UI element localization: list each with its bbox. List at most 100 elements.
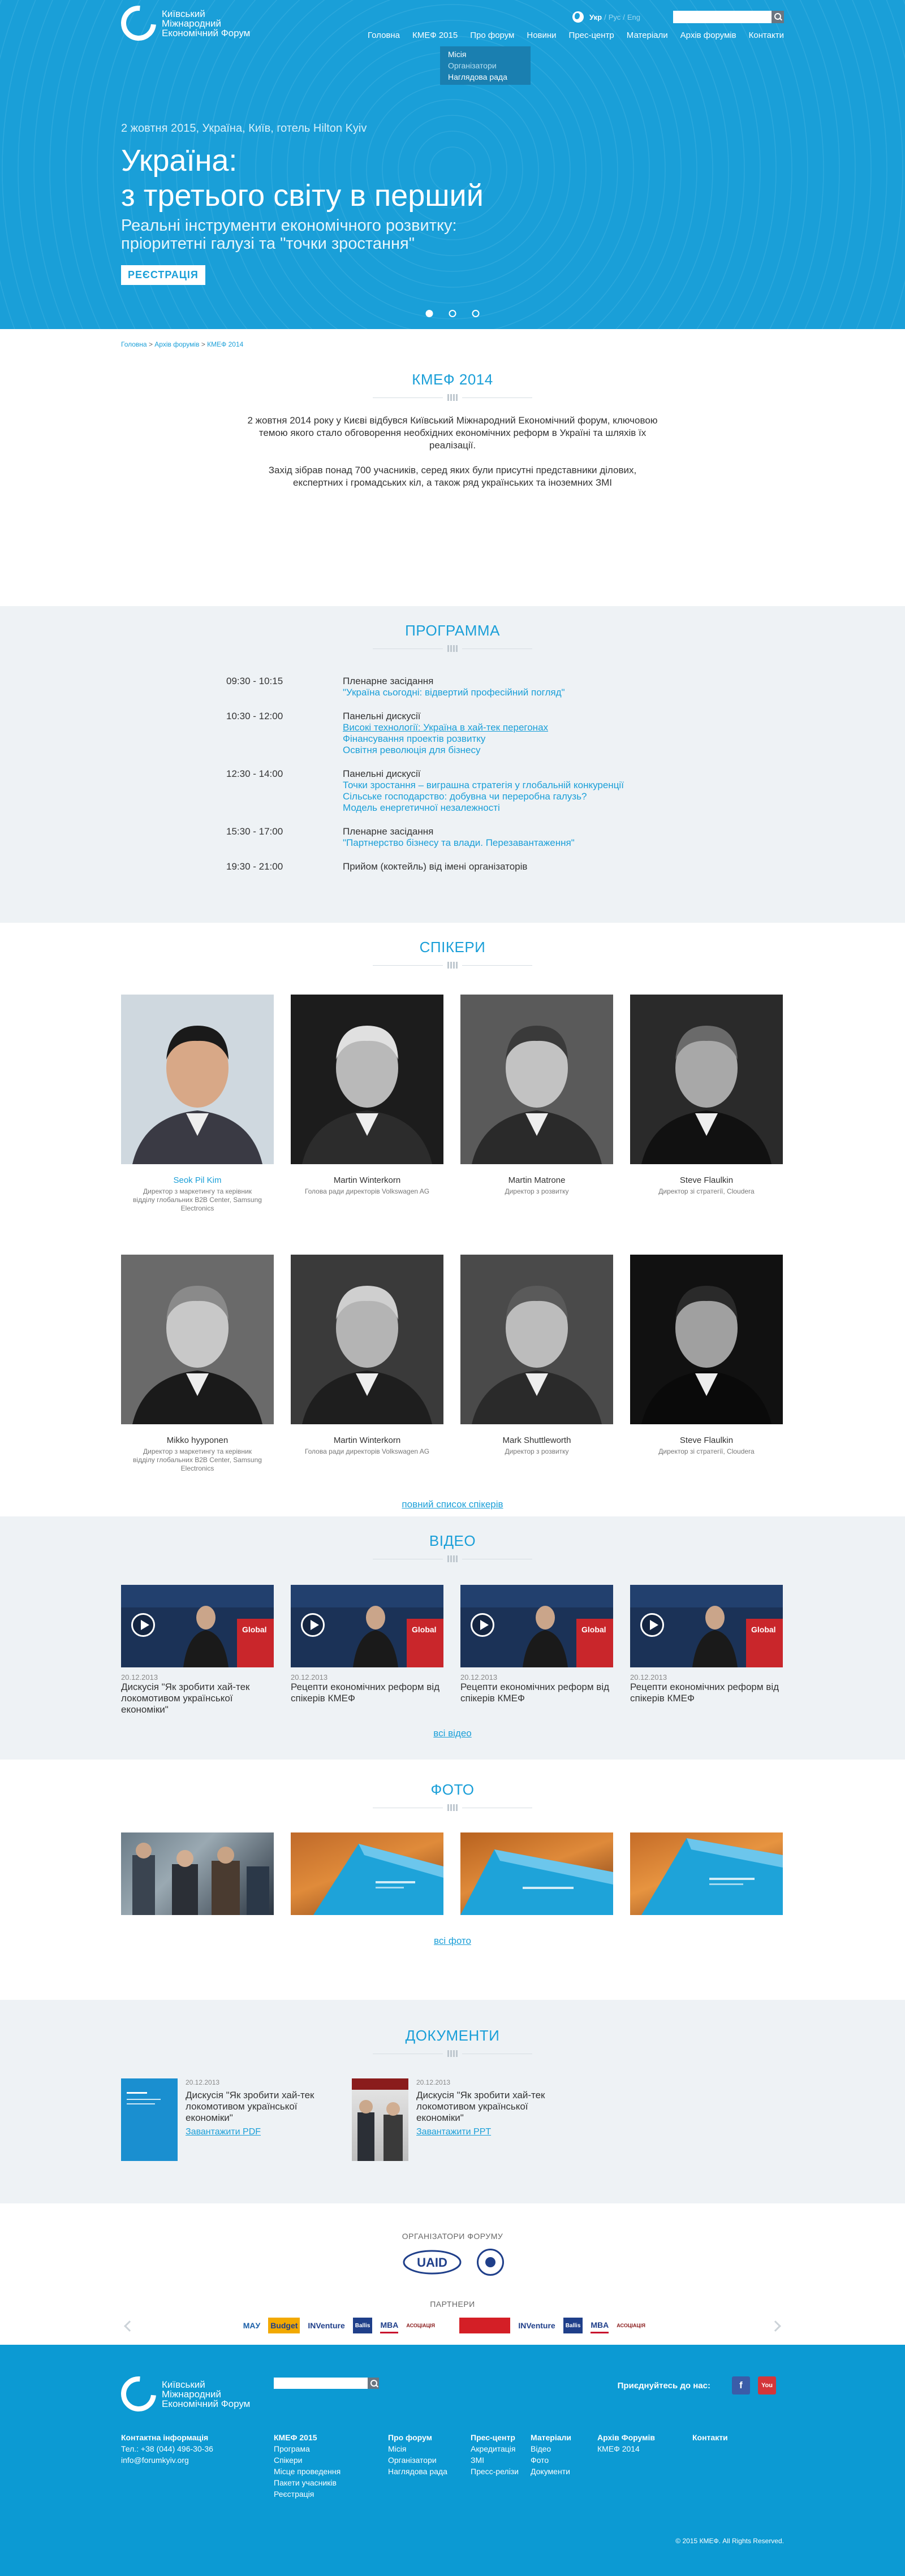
video-thumbnail[interactable]: Global: [291, 1585, 443, 1667]
organizer-seal-logo[interactable]: [477, 2249, 504, 2276]
footer-link[interactable]: Наглядова рада: [388, 2466, 471, 2477]
dropdown-item-3[interactable]: Наглядова рада: [440, 71, 531, 83]
photo-thumb[interactable]: [460, 1832, 613, 1915]
partner-logo[interactable]: [459, 2318, 511, 2333]
dropdown-item-1[interactable]: Місія: [440, 49, 531, 60]
slider-dot-2[interactable]: [449, 310, 456, 317]
nav-item-3[interactable]: Про форум: [464, 31, 520, 40]
footer-link[interactable]: Пресс-релізи: [471, 2466, 531, 2477]
program-session-link[interactable]: Фінансування проектів розвитку: [343, 733, 548, 745]
play-icon[interactable]: [471, 1613, 494, 1637]
search-icon[interactable]: [368, 2378, 379, 2389]
partner-logo[interactable]: Ballis: [352, 2318, 373, 2333]
footer-link[interactable]: Відео: [531, 2443, 597, 2454]
nav-item-1[interactable]: Головна: [361, 31, 406, 40]
video-title[interactable]: Рецепти економічних реформ від спікерів …: [630, 1682, 779, 1704]
speaker-photo[interactable]: [291, 1255, 443, 1424]
play-icon[interactable]: [640, 1613, 664, 1637]
program-session-link[interactable]: Сільське господарство: добувна чи переро…: [343, 791, 624, 802]
partner-logo[interactable]: АСОЦІАЦІЯ: [406, 2318, 451, 2333]
footer-link[interactable]: Пакети учасників: [274, 2477, 388, 2488]
footer-link[interactable]: Акредитація ЗМІ: [471, 2443, 531, 2466]
footer-search-input[interactable]: [274, 2378, 367, 2389]
search-input[interactable]: [673, 11, 769, 23]
nav-item-2[interactable]: КМЕФ 2015: [406, 31, 464, 40]
document-cover[interactable]: [121, 2078, 178, 2161]
facebook-icon[interactable]: f: [732, 2376, 750, 2395]
footer-link[interactable]: Реєстрація: [274, 2488, 388, 2500]
logo[interactable]: Київський Міжнародний Економічний Форум: [114, 0, 258, 48]
footer-link[interactable]: Місце проведення: [274, 2466, 388, 2477]
speaker-card[interactable]: Steve Flaulkin Директор зі стратегії, Clo…: [630, 995, 783, 1255]
breadcrumb-archive[interactable]: Архів форумів: [154, 340, 199, 348]
video-title[interactable]: Рецепти економічних реформ від спікерів …: [291, 1682, 439, 1704]
uaid-logo[interactable]: UAID: [401, 2247, 463, 2277]
download-ppt-link[interactable]: Завантажити PPT: [416, 2127, 567, 2137]
program-session-link[interactable]: Модель енергетичної незалежності: [343, 802, 624, 814]
speaker-name[interactable]: Mark Shuttleworth: [460, 1436, 613, 1445]
speaker-photo[interactable]: [291, 995, 443, 1164]
speaker-card[interactable]: Martin Winterkorn Голова ради директорів …: [291, 995, 443, 1255]
lang-rus[interactable]: Рус: [609, 13, 621, 21]
speaker-photo[interactable]: [630, 995, 783, 1164]
footer-link[interactable]: Програма: [274, 2443, 388, 2454]
partner-logo[interactable]: INVenture: [308, 2318, 344, 2333]
nav-item-6[interactable]: Матеріали: [620, 31, 674, 40]
nav-item-7[interactable]: Архів форумів: [674, 31, 743, 40]
video-thumbnail[interactable]: Global: [460, 1585, 613, 1667]
program-session-link[interactable]: Високі технології: Україна в хай-тек пер…: [343, 722, 548, 733]
play-icon[interactable]: [131, 1613, 155, 1637]
all-videos-link[interactable]: всі відео: [121, 1728, 784, 1739]
partners-next-arrow-icon[interactable]: [770, 2320, 781, 2332]
video-title[interactable]: Рецепти економічних реформ від спікерів …: [460, 1682, 609, 1704]
footer-link[interactable]: Місія: [388, 2443, 471, 2454]
footer-link[interactable]: Документи: [531, 2466, 597, 2477]
footer-column-title[interactable]: Прес-центр: [471, 2432, 531, 2443]
speaker-card[interactable]: Mark Shuttleworth Директор з розвитку: [460, 1255, 613, 1515]
dropdown-item-2[interactable]: Організатори: [440, 60, 531, 71]
speaker-card[interactable]: Steve Flaulkin Директор зі стратегії, Clo…: [630, 1255, 783, 1515]
speaker-photo[interactable]: [460, 995, 613, 1164]
all-photos-link[interactable]: всі фото: [121, 1935, 784, 1947]
document-cover[interactable]: [352, 2078, 408, 2161]
footer-logo[interactable]: Київський Міжнародний Економічний Форум: [114, 2369, 258, 2419]
program-session-link[interactable]: Точки зростання – виграшна стратегія у г…: [343, 780, 624, 791]
footer-column-title[interactable]: Архів Форумів: [597, 2432, 692, 2443]
program-session-link[interactable]: "Партнерство бізнесу та влади. Перезаван…: [343, 837, 575, 849]
speaker-name[interactable]: Steve Flaulkin: [630, 1436, 783, 1445]
speaker-photo[interactable]: [121, 1255, 274, 1424]
nav-item-8[interactable]: Контакти: [743, 31, 784, 40]
partner-logo[interactable]: MBA: [591, 2318, 609, 2333]
speaker-card[interactable]: Seok Pil Kim Директор з маркетингу та кер…: [121, 995, 274, 1255]
program-session-link[interactable]: "Україна сьогодні: відвертий професійний…: [343, 687, 565, 698]
speaker-card[interactable]: Martin Winterkorn Голова ради директорів …: [291, 1255, 443, 1515]
speaker-name[interactable]: Seok Pil Kim: [121, 1175, 274, 1185]
slider-dot-1[interactable]: [425, 310, 433, 317]
speaker-name[interactable]: Mikko hyyponen: [121, 1436, 274, 1445]
footer-link[interactable]: Фото: [531, 2454, 597, 2466]
partner-logo[interactable]: АСОЦІАЦІЯ: [617, 2318, 662, 2333]
speaker-name[interactable]: Martin Winterkorn: [291, 1436, 443, 1445]
partner-logo[interactable]: MBA: [380, 2318, 399, 2333]
footer-link[interactable]: Організатори: [388, 2454, 471, 2466]
photo-thumb[interactable]: [121, 1832, 274, 1915]
speaker-name[interactable]: Martin Winterkorn: [291, 1175, 443, 1185]
footer-column-title[interactable]: КМЕФ 2015: [274, 2432, 388, 2443]
nav-item-4[interactable]: Новини: [520, 31, 562, 40]
footer-column-title[interactable]: Про форум: [388, 2432, 471, 2443]
search-icon[interactable]: [772, 11, 784, 23]
footer-column-title[interactable]: Контакти: [692, 2432, 755, 2443]
speaker-photo[interactable]: [630, 1255, 783, 1424]
footer-email-link[interactable]: info@forumkyiv.org: [121, 2454, 274, 2466]
program-session-link[interactable]: Освітня революція для бізнесу: [343, 745, 548, 756]
play-icon[interactable]: [301, 1613, 325, 1637]
speaker-card[interactable]: Mikko hyyponen Директор з маркетингу та к…: [121, 1255, 274, 1515]
nav-item-5[interactable]: Прес-центр: [563, 31, 620, 40]
speaker-card[interactable]: Martin Matrone Директор з розвитку: [460, 995, 613, 1255]
speaker-photo[interactable]: [121, 995, 274, 1164]
slider-dot-3[interactable]: [472, 310, 480, 317]
video-thumbnail[interactable]: Global: [121, 1585, 274, 1667]
video-thumbnail[interactable]: Global: [630, 1585, 783, 1667]
partner-logo[interactable]: Ballis: [563, 2318, 583, 2333]
download-pdf-link[interactable]: Завантажити PDF: [186, 2127, 336, 2137]
